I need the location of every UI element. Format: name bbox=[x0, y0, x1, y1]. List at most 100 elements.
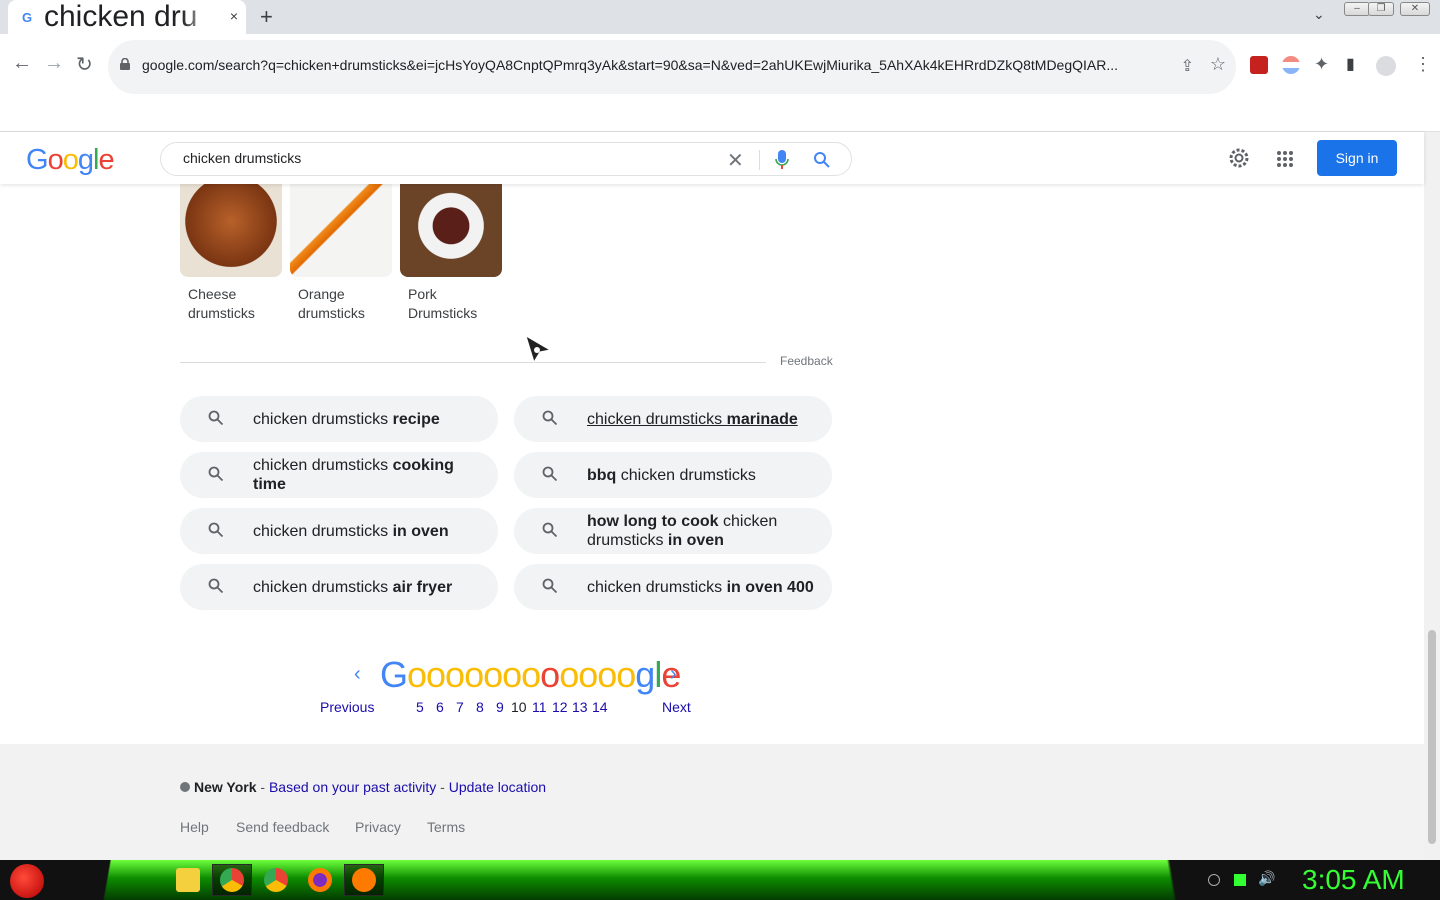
feedback-link[interactable]: Feedback bbox=[780, 354, 833, 368]
search-icon bbox=[208, 410, 224, 426]
forward-icon[interactable]: → bbox=[44, 52, 64, 75]
related-image-label[interactable]: Orange drumsticks bbox=[298, 285, 398, 323]
new-tab-button[interactable]: + bbox=[260, 4, 273, 30]
reload-icon[interactable]: ↻ bbox=[76, 52, 93, 77]
related-search-chip[interactable]: chicken drumsticks air fryer bbox=[180, 564, 498, 610]
related-search-chip[interactable]: chicken drumsticks recipe bbox=[180, 396, 498, 442]
related-search-text: bbq chicken drumsticks bbox=[587, 466, 756, 484]
current-page: 10 bbox=[511, 699, 527, 715]
related-search-text: how long to cook chicken drumsticks in o… bbox=[587, 513, 778, 549]
scrollbar-thumb[interactable] bbox=[1428, 630, 1436, 844]
search-divider bbox=[759, 150, 760, 170]
related-search-text: chicken drumsticks marinade bbox=[587, 410, 798, 428]
lock-icon bbox=[120, 58, 130, 70]
location-name: New York bbox=[194, 779, 257, 795]
volume-icon[interactable]: 🔊 bbox=[1258, 870, 1275, 886]
sign-in-button[interactable]: Sign in bbox=[1317, 140, 1397, 176]
google-header: Google ✕ Sign in bbox=[0, 132, 1424, 184]
star-icon[interactable]: ☆ bbox=[1210, 54, 1226, 75]
related-image-label[interactable]: Pork Drumsticks bbox=[408, 285, 508, 323]
google-favicon-icon: G bbox=[22, 9, 33, 25]
pagination-logo: Goooooooooooogle bbox=[380, 654, 681, 695]
menu-icon[interactable]: ⋮ bbox=[1414, 54, 1432, 74]
related-search-text: chicken drumsticks recipe bbox=[253, 410, 440, 428]
url-text[interactable]: google.com/search?q=chicken+drumsticks&e… bbox=[142, 57, 1162, 73]
close-window-button[interactable]: ✕ bbox=[1400, 2, 1430, 16]
chrome-alt-icon[interactable] bbox=[264, 868, 288, 892]
orange-drumsticks-image[interactable] bbox=[290, 184, 392, 277]
extension-icon[interactable]: ✦ bbox=[1314, 54, 1332, 74]
next-link[interactable]: Next bbox=[662, 699, 691, 715]
chrome-icon[interactable] bbox=[220, 868, 244, 892]
bluetooth-icon[interactable] bbox=[1208, 874, 1220, 886]
side-panel-icon[interactable]: ▮ bbox=[1346, 54, 1364, 73]
page-link[interactable]: 8 bbox=[476, 699, 484, 715]
send-feedback-link[interactable]: Send feedback bbox=[236, 819, 329, 835]
search-input[interactable] bbox=[181, 149, 681, 167]
search-box: ✕ bbox=[160, 142, 852, 176]
browser-toolbar: ← → ↻ google.com/search?q=chicken+drumst… bbox=[0, 34, 1440, 98]
app-icon[interactable] bbox=[352, 868, 376, 892]
page-link[interactable]: 12 bbox=[552, 699, 568, 715]
taskbar-clock: 3:05 AM bbox=[1302, 864, 1405, 895]
update-location-link[interactable]: Update location bbox=[449, 779, 546, 795]
cheese-drumsticks-image[interactable] bbox=[180, 184, 282, 277]
search-icon bbox=[542, 578, 558, 594]
related-search-chip[interactable]: chicken drumsticks in oven bbox=[180, 508, 498, 554]
settings-gear-icon[interactable] bbox=[1228, 147, 1250, 169]
firefox-icon[interactable] bbox=[308, 868, 332, 892]
restore-button[interactable]: ❐ bbox=[1368, 2, 1394, 16]
address-bar[interactable]: google.com/search?q=chicken+drumsticks&e… bbox=[108, 40, 1236, 94]
tab-strip: G chicken dru × + ⌄ – ❐ ✕ bbox=[0, 0, 1440, 34]
previous-link[interactable]: Previous bbox=[320, 699, 374, 715]
related-search-text: chicken drumsticks air fryer bbox=[253, 578, 453, 596]
file-manager-icon[interactable] bbox=[176, 868, 200, 892]
based-on-activity-link[interactable]: Based on your past activity bbox=[269, 779, 436, 795]
page-link[interactable]: 11 bbox=[532, 699, 547, 715]
related-image-label[interactable]: Cheese drumsticks bbox=[188, 285, 288, 323]
separator: - bbox=[436, 779, 449, 795]
close-tab-icon[interactable]: × bbox=[230, 8, 238, 24]
related-search-chip[interactable]: chicken drumsticks cooking time bbox=[180, 452, 498, 498]
page-link[interactable]: 7 bbox=[456, 699, 464, 715]
search-icon bbox=[542, 522, 558, 538]
search-icon[interactable] bbox=[813, 151, 831, 169]
related-search-chip[interactable]: how long to cook chicken drumsticks in o… bbox=[514, 508, 832, 554]
search-icon bbox=[208, 522, 224, 538]
tab-search-chevron-icon[interactable]: ⌄ bbox=[1313, 6, 1325, 23]
related-search-text: chicken drumsticks in oven bbox=[253, 522, 449, 540]
pork-drumsticks-image[interactable] bbox=[400, 184, 502, 277]
back-icon[interactable]: ← bbox=[12, 52, 32, 75]
profile-icon[interactable] bbox=[1376, 56, 1396, 76]
page-footer: New York - Based on your past activity -… bbox=[0, 744, 1424, 860]
share-icon[interactable]: ⇪ bbox=[1181, 56, 1194, 76]
page-link[interactable]: 14 bbox=[592, 699, 608, 715]
divider bbox=[180, 362, 766, 363]
apps-grid-icon[interactable] bbox=[1276, 150, 1294, 168]
extension-flag-icon[interactable] bbox=[1282, 56, 1300, 74]
page-link[interactable]: 5 bbox=[416, 699, 424, 715]
search-icon bbox=[208, 578, 224, 594]
related-search-chip[interactable]: bbq chicken drumsticks bbox=[514, 452, 832, 498]
terms-link[interactable]: Terms bbox=[427, 819, 465, 835]
microphone-icon[interactable] bbox=[775, 150, 789, 170]
network-icon[interactable] bbox=[1234, 874, 1246, 886]
page-link[interactable]: 6 bbox=[436, 699, 444, 715]
browser-tab[interactable]: G chicken dru × bbox=[8, 0, 246, 34]
start-menu-bird-icon[interactable] bbox=[10, 864, 44, 898]
privacy-link[interactable]: Privacy bbox=[355, 819, 401, 835]
page-link[interactable]: 13 bbox=[572, 699, 588, 715]
google-logo[interactable]: Google bbox=[26, 144, 115, 177]
minimize-button[interactable]: – bbox=[1344, 2, 1370, 16]
help-link[interactable]: Help bbox=[180, 819, 209, 835]
page-link[interactable]: 9 bbox=[496, 699, 504, 715]
related-search-chip[interactable]: chicken drumsticks marinade bbox=[514, 396, 832, 442]
mouse-cursor-icon bbox=[525, 334, 552, 364]
extension-badge-icon[interactable] bbox=[1250, 56, 1268, 74]
previous-chevron-icon[interactable]: ‹ bbox=[354, 663, 361, 686]
related-search-chip[interactable]: chicken drumsticks in oven 400 bbox=[514, 564, 832, 610]
page-scrollbar[interactable] bbox=[1424, 132, 1440, 860]
clear-icon[interactable]: ✕ bbox=[727, 148, 744, 173]
next-chevron-icon[interactable]: › bbox=[670, 663, 677, 686]
search-icon bbox=[208, 466, 224, 482]
